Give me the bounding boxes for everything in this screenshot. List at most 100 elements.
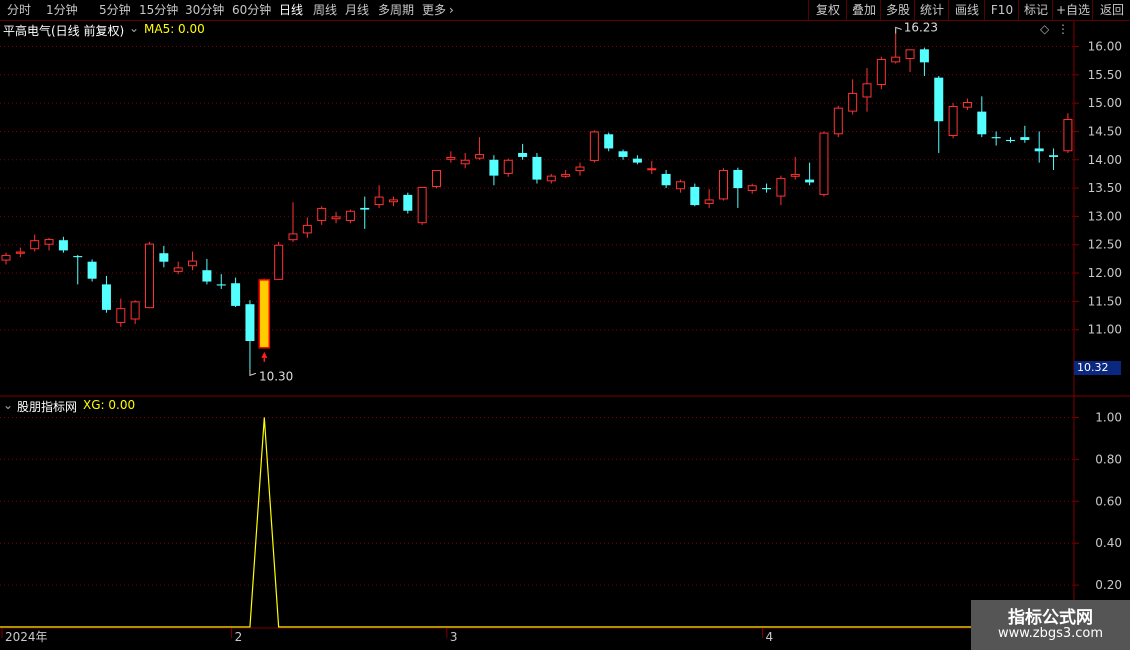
candlestick-series <box>1 33 1073 370</box>
candle <box>905 49 915 72</box>
candle <box>991 131 1001 146</box>
candle <box>274 241 284 280</box>
candle-body-down <box>661 173 671 186</box>
price-grid <box>0 45 1079 331</box>
candle <box>258 278 271 349</box>
high-price-label: 16.23 <box>904 21 938 34</box>
candle <box>977 96 987 138</box>
period-tab-multi[interactable]: 多周期 <box>378 2 414 18</box>
candle <box>173 261 183 275</box>
period-tab-1min[interactable]: 1分钟 <box>46 2 78 18</box>
price-tick-label: 14.00 <box>1088 153 1122 167</box>
current-price-badge: 10.32 <box>1074 361 1121 375</box>
period-tab-30min[interactable]: 30分钟 <box>185 2 224 18</box>
candle-body-up <box>561 173 571 177</box>
candle-body-down <box>202 270 212 282</box>
f10-button[interactable]: F10 <box>984 0 1019 20</box>
candle-body-up <box>962 101 972 108</box>
period-tab-more[interactable]: 更多 <box>422 2 446 18</box>
adjust-button[interactable]: 复权 <box>808 0 847 20</box>
period-tab-daily[interactable]: 日线 <box>279 2 303 18</box>
indicator-title: 股朋指标网 <box>17 400 78 414</box>
candle-body-up <box>374 196 384 206</box>
price-tick-label: 12.00 <box>1088 266 1122 280</box>
low-price-label: 10.30 <box>259 369 293 383</box>
chart-area[interactable]: 11.00 11.50 12.00 12.50 13.00 13.50 14.00 14.50… <box>0 21 1130 650</box>
candle-body-down <box>1006 139 1015 142</box>
candle <box>690 183 700 207</box>
period-tab-15min[interactable]: 15分钟 <box>139 2 178 18</box>
date-tick-label: 4 <box>766 630 774 644</box>
overlay-button[interactable]: 叠加 <box>846 0 881 20</box>
candle <box>1063 113 1073 153</box>
candle-body-down <box>101 284 111 310</box>
indicator-axis-labels: 0.20 0.40 0.60 0.80 1.00 <box>1095 410 1122 592</box>
candle-body-up <box>647 168 657 171</box>
candle <box>345 209 355 224</box>
diamond-icon[interactable]: ◇ <box>1040 22 1049 36</box>
xg-signal-line <box>0 417 1074 628</box>
date-axis: 2024年2342 <box>1 628 1003 644</box>
candle <box>374 185 384 208</box>
xg-value-label: XG: 0.00 <box>83 398 136 412</box>
indicator-tick-label: 0.20 <box>1095 578 1122 592</box>
candle-body-down <box>159 253 169 262</box>
back-button[interactable]: 返回 <box>1092 0 1130 20</box>
candle <box>388 196 398 207</box>
indicator-tick-label: 1.00 <box>1095 410 1122 424</box>
candle <box>475 137 485 160</box>
candle <box>632 155 642 165</box>
multi-stock-button[interactable]: 多股 <box>880 0 915 20</box>
candle <box>87 259 97 282</box>
watermark-url: www.zbgs3.com <box>997 626 1104 641</box>
buy-signal-arrow-icon <box>261 351 268 358</box>
candle-body-up <box>876 58 886 86</box>
candle-body-up <box>302 224 312 234</box>
stats-button[interactable]: 统计 <box>914 0 949 20</box>
chevron-down-icon[interactable]: ⌄ <box>3 398 13 412</box>
period-tab-60min[interactable]: 60分钟 <box>232 2 271 18</box>
candle-body-up <box>388 199 398 203</box>
candle <box>288 202 298 242</box>
mark-button[interactable]: 标记 <box>1018 0 1053 20</box>
candle <box>733 167 743 208</box>
chevron-down-icon[interactable]: ⌄ <box>129 21 139 35</box>
indicator-tick-label: 0.60 <box>1095 494 1122 508</box>
extreme-markers: 16.23 10.30 <box>249 21 938 383</box>
add-watchlist-button[interactable]: +自选 <box>1052 0 1093 20</box>
candle <box>302 217 312 238</box>
period-tab-fenshi[interactable]: 分时 <box>7 2 31 18</box>
candle-body-up <box>173 267 183 272</box>
period-tab-5min[interactable]: 5分钟 <box>99 2 131 18</box>
candle <box>848 79 858 115</box>
period-tab-weekly[interactable]: 周线 <box>313 2 337 18</box>
date-tick-label: 2 <box>235 630 243 644</box>
candle-body-up <box>30 240 40 250</box>
candle <box>188 251 198 271</box>
candle-body-up <box>345 210 355 221</box>
candle-body-up <box>274 244 284 280</box>
candle-body-highlighted <box>258 279 271 349</box>
candle-body-up <box>719 169 728 200</box>
price-tick-label: 15.50 <box>1088 68 1122 82</box>
candle-body-up <box>44 239 54 245</box>
period-tab-monthly[interactable]: 月线 <box>345 2 369 18</box>
candle <box>762 183 772 193</box>
draw-line-button[interactable]: 画线 <box>948 0 985 20</box>
candle-body-up <box>475 154 485 159</box>
candle <box>790 156 800 180</box>
candle-body-up <box>1 254 11 261</box>
candle-body-up <box>589 131 599 161</box>
candle <box>159 245 169 268</box>
candle-body-down <box>977 111 987 135</box>
candle <box>202 258 212 285</box>
candle <box>1034 131 1044 163</box>
candle <box>919 47 929 76</box>
candle <box>833 105 843 138</box>
candle <box>776 175 786 206</box>
candle-body-up <box>891 56 901 63</box>
candle-body-down <box>632 158 642 163</box>
more-options-icon[interactable]: ⋮ <box>1057 22 1069 36</box>
chevron-right-icon[interactable]: › <box>449 2 454 18</box>
candle <box>130 300 140 325</box>
